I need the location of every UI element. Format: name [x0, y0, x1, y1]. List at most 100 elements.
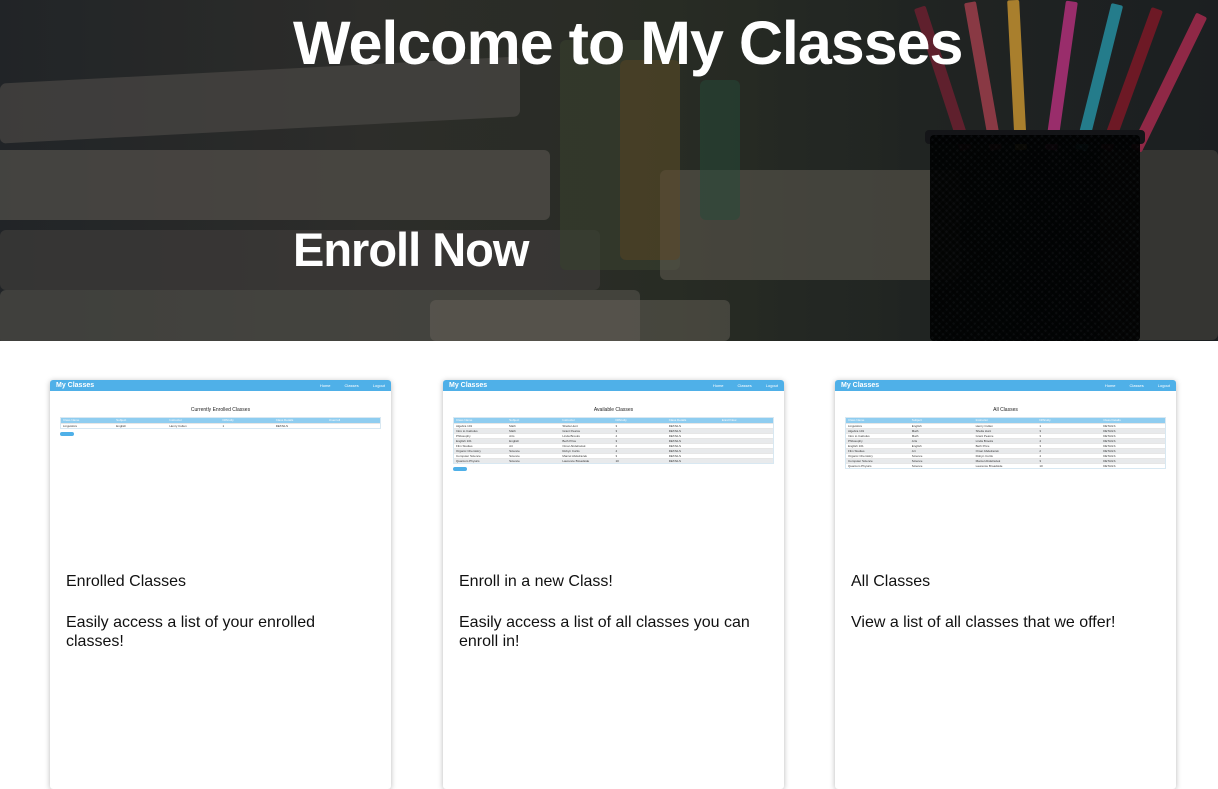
- preview-nav-link: Logout: [372, 383, 385, 388]
- preview-table-row: English 101 English Beth Price 3 DETAILS: [846, 443, 1165, 448]
- preview-table-cell: Quantum Physics: [456, 459, 480, 463]
- hero-title: Welcome to My Classes: [293, 9, 963, 77]
- preview-table-row: Intro to Calculus Math Grant Pearce 3 DETAIL…: [454, 428, 773, 433]
- preview-table-cell: Linda Brooks: [975, 439, 994, 443]
- preview-table-cell: Robyn Curtis: [562, 449, 580, 453]
- preview-table: Class Name Subject Instructor Difficulty Cla…: [453, 417, 774, 464]
- preview-table-cell: Intro to Calculus: [456, 429, 478, 433]
- preview-navbar: My Classes Home Classes Logout: [835, 380, 1176, 391]
- preview-table-cell: Grant Pearce: [975, 434, 994, 438]
- preview-table-cell: [720, 444, 773, 448]
- preview-brand: My Classes: [841, 382, 880, 389]
- preview-table-header: Class Name Subject Instructor Difficulty Cla…: [61, 418, 380, 423]
- preview-table-cell: Laurence Broadside: [975, 464, 1003, 468]
- preview-navbar: My Classes Home Classes Logout: [443, 380, 784, 391]
- preview-table-row: Organic Chemistry Science Robyn Curtis 4 DET…: [454, 448, 773, 453]
- preview-table-cell: English: [911, 444, 922, 448]
- preview-table-cell: Omar Abdelrazek: [562, 444, 586, 448]
- preview-table-cell: 1: [1039, 424, 1042, 428]
- preview-table-cell: 4: [615, 434, 618, 438]
- preview-nav-link: Logout: [1157, 383, 1170, 388]
- preview-column-header: Instructor: [975, 418, 989, 422]
- card-preview-image: My Classes Home Classes Logout Available Cla…: [443, 380, 784, 530]
- preview-table-cell: English: [509, 439, 520, 443]
- preview-column-header: Subject: [116, 418, 127, 422]
- preview-column-header: Instructor: [169, 418, 182, 422]
- preview-table-cell: Algebra 101: [456, 424, 473, 428]
- preview-table-cell: 3: [1039, 434, 1042, 438]
- preview-table-cell: DETAILS: [1103, 454, 1116, 458]
- preview-table-cell: DETAILS: [668, 429, 681, 433]
- preview-table-cell: Linda Brooks: [562, 434, 580, 438]
- preview-table-cell: DETAILS: [1103, 424, 1116, 428]
- preview-table-cell: DETAILS: [668, 424, 681, 428]
- preview-table-cell: DETAILS: [1103, 429, 1116, 433]
- preview-table-cell: Sheila Hunt: [975, 429, 992, 433]
- preview-table-cell: Film Studies: [456, 444, 473, 448]
- preview-table-cell: Math: [911, 434, 919, 438]
- preview-table-cell: 10: [615, 459, 619, 463]
- preview-table-cell: DETAILS: [1103, 439, 1116, 443]
- preview-table-cell: English: [116, 424, 127, 428]
- preview-table-cell: Sheila Hunt: [562, 424, 578, 428]
- preview-table-header: Class Name Subject Instructor Difficulty Cla…: [846, 418, 1165, 423]
- preview-column-header: Class Name: [848, 418, 865, 422]
- preview-table-cell: Henry Cullen: [169, 424, 187, 428]
- preview-table-cell: English: [911, 424, 922, 428]
- preview-column-header: Instructor: [562, 418, 575, 422]
- preview-table-row: Computer Science Science Marcel Abdelrazek…: [846, 458, 1165, 463]
- preview-table-cell: Omar Abdelrazek: [975, 449, 999, 453]
- preview-nav-link: Logout: [765, 383, 778, 388]
- hero-subtitle[interactable]: Enroll Now: [293, 222, 529, 277]
- preview-nav-link: Home: [1104, 383, 1116, 388]
- preview-table-cell: Beth Price: [562, 439, 577, 443]
- preview-table-cell: 3: [615, 424, 618, 428]
- preview-table-row: Algebra 101 Math Sheila Hunt 3 DETAILS: [454, 423, 773, 428]
- preview-table-cell: [327, 424, 380, 428]
- preview-table-cell: Science: [911, 459, 923, 463]
- preview-table-cell: 1: [222, 424, 225, 428]
- preview-table-cell: [720, 424, 773, 428]
- preview-table-cell: Quantum Physics: [848, 464, 872, 468]
- preview-table-row: English 101 English Beth Price 3 DETAILS: [454, 438, 773, 443]
- preview-table-row: Film Studies Art Omar Abdelrazek 2 DETAILS: [454, 443, 773, 448]
- preview-table-cell: DETAILS: [668, 439, 681, 443]
- card-title: Enroll in a new Class!: [459, 573, 613, 590]
- preview-table-cell: Art: [509, 444, 514, 448]
- card-enroll-new-class[interactable]: My Classes Home Classes Logout Available Cla…: [443, 380, 784, 789]
- preview-table-row: Philosophy Arts Linda Brooks 4 DETAILS: [454, 433, 773, 438]
- preview-table-cell: 4: [1039, 439, 1042, 443]
- preview-table-cell: 2: [615, 444, 618, 448]
- preview-column-header: Class Details: [275, 418, 294, 422]
- preview-table-cell: DETAILS: [275, 424, 288, 428]
- preview-table-cell: Laurence Broadside: [562, 459, 590, 463]
- preview-table-cell: [720, 429, 773, 433]
- preview-table-cell: Henry Cullen: [975, 424, 993, 428]
- card-preview-image: My Classes Home Classes Logout Currently Enr…: [50, 380, 391, 530]
- preview-button: [60, 432, 74, 436]
- preview-table-cell: English 101: [848, 444, 864, 448]
- preview-table-cell: 2: [1039, 449, 1042, 453]
- preview-table-cell: [720, 449, 773, 453]
- card-all-classes[interactable]: My Classes Home Classes Logout All Classes Cl…: [835, 380, 1176, 789]
- card-enrolled-classes[interactable]: My Classes Home Classes Logout Currently Enr…: [50, 380, 391, 789]
- preview-table-row: Philosophy Arts Linda Brooks 4 DETAILS: [846, 438, 1165, 443]
- preview-table-cell: Robyn Curtis: [975, 454, 993, 458]
- preview-table-row: Intro to Calculus Math Grant Pearce 3 DETAIL…: [846, 433, 1165, 438]
- preview-table-cell: Math: [509, 429, 516, 433]
- preview-table-cell: Philosophy: [456, 434, 471, 438]
- preview-column-header: Subject: [509, 418, 520, 422]
- preview-table-cell: Marcel Abdelrazek: [562, 454, 588, 458]
- preview-table-cell: DETAILS: [1103, 444, 1116, 448]
- preview-table-cell: Philosophy: [848, 439, 863, 443]
- preview-table-cell: DETAILS: [668, 449, 681, 453]
- preview-button: [453, 467, 467, 471]
- preview-table-cell: English 101: [456, 439, 472, 443]
- preview-table-cell: 3: [1039, 429, 1042, 433]
- preview-table-cell: Math: [911, 429, 919, 433]
- preview-table-cell: [720, 459, 773, 463]
- preview-column-header: Class Details: [1103, 418, 1121, 422]
- preview-column-header: Unenroll: [328, 418, 341, 422]
- preview-table-cell: 3: [1039, 459, 1042, 463]
- preview-table-cell: 4: [1039, 454, 1042, 458]
